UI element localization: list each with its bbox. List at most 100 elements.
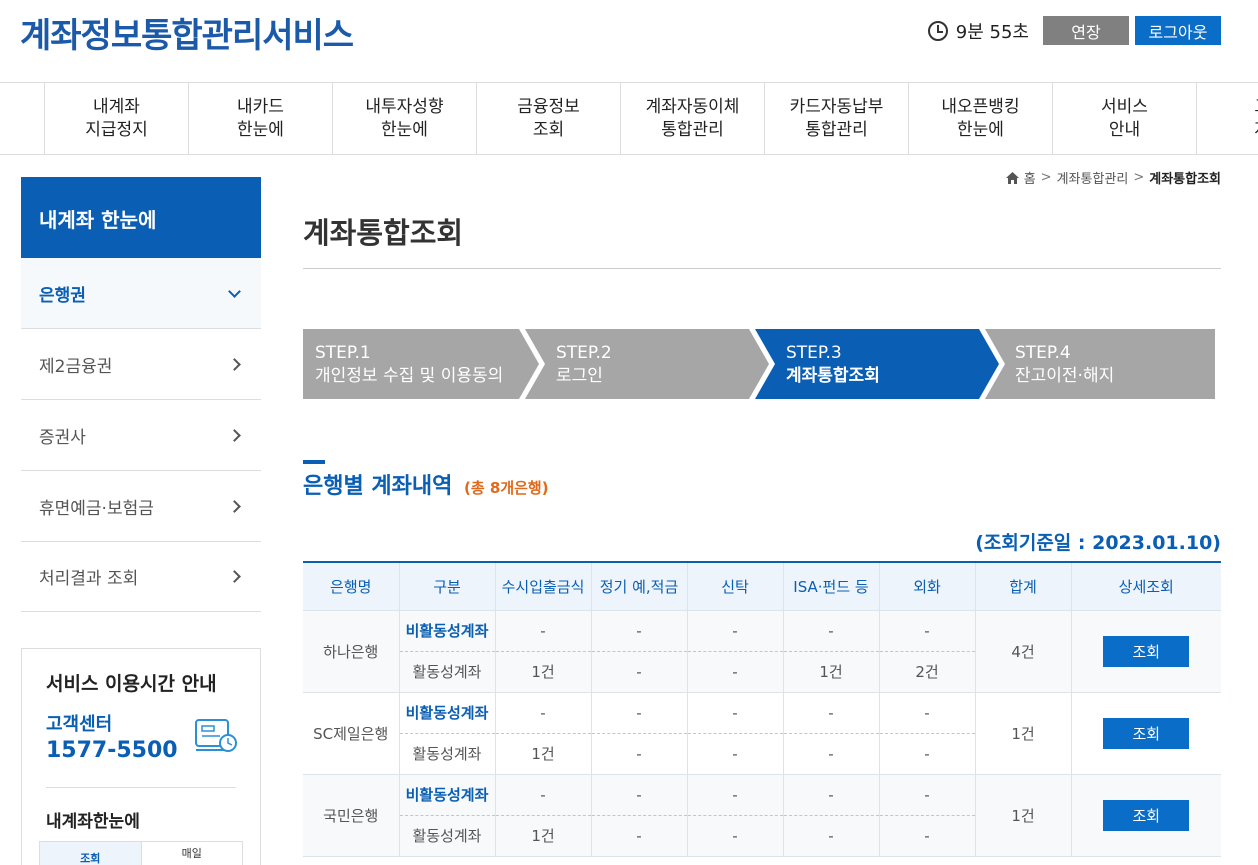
chevron-right-icon [228,569,241,583]
cell-foreign: 2건 [878,651,975,693]
sidebar-item-label: 증권사 [39,427,86,448]
account-type: 활동성계좌 [398,733,495,775]
bank-name: SC제일은행 [303,692,399,775]
view-detail-button[interactable]: 조회 [1103,635,1190,667]
cell-demand: 1건 [494,651,591,693]
step-3-num: STEP.3 [786,343,842,363]
section-title: 은행별 계좌내역 (총 8개은행) [303,468,549,500]
cell-demand: - [494,774,591,816]
sidebar-item-securities[interactable]: 증권사 [21,400,261,471]
view-detail-button[interactable]: 조회 [1103,799,1190,831]
nav-item-auto-transfer[interactable]: 계좌자동이체 통합관리 [620,83,764,155]
cell-foreign: - [878,610,975,652]
nav-item-customer[interactable]: 고 자 [1196,83,1258,155]
cell-foreign: - [878,815,975,857]
col-demand: 수시입출금식 [494,561,591,611]
step-3-label: 계좌통합조회 [786,366,880,386]
col-term: 정기 예,적금 [590,561,687,611]
cell-detail: 조회 [1070,774,1221,857]
chevron-right-icon [228,428,241,442]
col-isa-fund: ISA·펀드 등 [782,561,879,611]
cell-foreign: - [878,733,975,775]
title-divider [303,268,1221,269]
nav-item-customer-label: 고 자 [1254,96,1258,142]
sidebar-item-secondary-finance[interactable]: 제2금융권 [21,329,261,400]
cell-trust: - [686,815,783,857]
extend-button[interactable]: 연장 [1043,16,1129,45]
step-3: STEP.3 계좌통합조회 [786,329,880,399]
info-divider [46,787,236,788]
table-row: SC제일은행 비활동성계좌 - - - - - 1건 조회 [303,692,1221,775]
service-name: 내계좌한눈에 [46,812,140,832]
cell-total: 1건 [974,692,1071,775]
sidebar-item-label: 처리결과 조회 [39,568,139,589]
step-1: STEP.1 개인정보 수집 및 이용동의 [315,329,503,399]
col-type: 구분 [398,561,495,611]
service-hours-title: 서비스 이용시간 안내 [46,673,217,695]
cell-isa-fund: - [782,610,879,652]
sidebar-title: 내계좌 한눈에 [21,177,261,258]
cell-demand: 1건 [494,815,591,857]
breadcrumb-separator: > [1133,170,1145,185]
section-title-text: 은행별 계좌내역 [303,474,453,499]
step-4: STEP.4 잔고이전·해지 [1015,329,1114,399]
breadcrumb: 홈 > 계좌통합관리 > 계좌통합조회 [1005,168,1221,187]
account-type: 비활동성계좌 [398,692,495,734]
col-trust: 신탁 [686,561,783,611]
cell-term: - [590,733,687,775]
sidebar-item-results[interactable]: 처리결과 조회 [21,541,261,612]
cell-trust: - [686,774,783,816]
nav-item-my-card[interactable]: 내카드 한눈에 [188,83,332,155]
account-type: 활동성계좌 [398,815,495,857]
sidebar-item-bank[interactable]: 은행권 [21,258,261,329]
clock-icon [927,20,948,41]
cell-trust: - [686,610,783,652]
section-bank-count: (총 8개은행) [464,479,549,497]
support-hours-icon [195,719,237,752]
global-nav: 내계좌 지급정지 내카드 한눈에 내투자성향 한눈에 금융정보 조회 계좌자동이… [0,82,1258,155]
cell-demand: - [494,692,591,734]
cell-isa-fund: - [782,692,879,734]
account-type: 활동성계좌 [398,651,495,693]
step-1-label: 개인정보 수집 및 이용동의 [315,366,504,386]
session-bar: 9분 55초 연장 로그아웃 [927,16,1221,45]
cell-trust: - [686,692,783,734]
session-timer: 9분 55초 [955,21,1029,43]
nav-item-card-auto-pay[interactable]: 카드자동납부 통합관리 [764,83,908,155]
breadcrumb-separator: > [1040,170,1052,185]
sidebar-item-dormant[interactable]: 휴면예금·보험금 [21,471,261,542]
col-foreign: 외화 [878,561,975,611]
nav-item-invest-profile[interactable]: 내투자성향 한눈에 [332,83,476,155]
col-total: 합계 [974,561,1071,611]
chevron-right-icon [228,357,241,371]
step-2: STEP.2 로그인 [556,329,612,399]
sidebar-item-label: 휴면예금·보험금 [39,498,154,519]
cell-isa-fund: - [782,774,879,816]
table-row: 국민은행 비활동성계좌 - - - - - 1건 조회 [303,774,1221,857]
nav-item-service-guide[interactable]: 서비스 안내 [1052,83,1196,155]
table-header-row: 은행명 구분 수시입출금식 정기 예,적금 신탁 ISA·펀드 등 외화 합계 … [303,561,1221,611]
nav-item-financial-info[interactable]: 금융정보 조회 [476,83,620,155]
breadcrumb-home[interactable]: 홈 [1024,168,1036,187]
nav-item-account-suspend[interactable]: 내계좌 지급정지 [44,83,188,155]
nav-item-open-banking[interactable]: 내오픈뱅킹 한눈에 [908,83,1052,155]
cell-total: 4건 [974,610,1071,693]
step-4-num: STEP.4 [1015,343,1071,363]
view-detail-button[interactable]: 조회 [1103,717,1190,749]
account-table: 은행명 구분 수시입출금식 정기 예,적금 신탁 ISA·펀드 등 외화 합계 … [303,561,1221,857]
cell-detail: 조회 [1070,610,1221,693]
site-logo[interactable]: 계좌정보통합관리서비스 [20,8,354,57]
cell-trust: - [686,651,783,693]
breadcrumb-level1[interactable]: 계좌통합관리 [1057,168,1129,187]
cell-term: - [590,651,687,693]
hours-row-head: 조회 [40,842,142,865]
logout-button[interactable]: 로그아웃 [1135,16,1221,45]
cell-term: - [590,610,687,652]
home-icon [1005,171,1019,184]
cell-trust: - [686,733,783,775]
cell-isa-fund: - [782,733,879,775]
cell-foreign: - [878,774,975,816]
cell-demand: - [494,610,591,652]
cell-term: - [590,774,687,816]
section-title-accent [303,460,325,464]
